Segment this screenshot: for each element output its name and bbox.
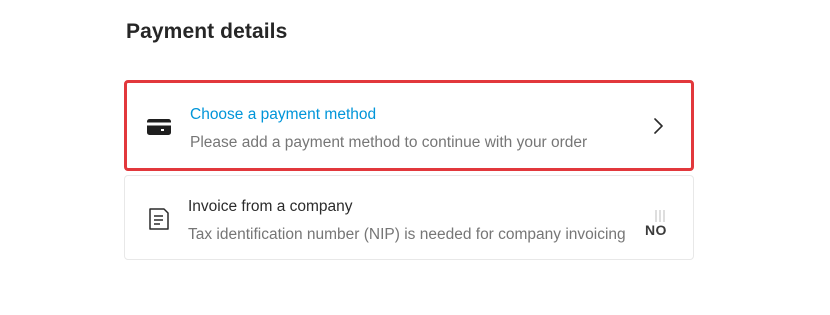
credit-card-icon bbox=[146, 114, 172, 140]
document-icon bbox=[146, 206, 172, 232]
page-title: Payment details bbox=[126, 20, 288, 43]
company-invoice-row: Invoice from a company Tax identificatio… bbox=[124, 175, 694, 260]
toggle-state-label: NO bbox=[645, 222, 667, 238]
invoice-title: Invoice from a company bbox=[188, 198, 353, 215]
choose-payment-method-button[interactable]: Choose a payment method Please add a pay… bbox=[124, 80, 694, 171]
invoice-subtitle: Tax identification number (NIP) is neede… bbox=[188, 226, 626, 243]
payment-method-subtitle: Please add a payment method to continue … bbox=[190, 134, 588, 151]
company-invoice-toggle[interactable]: NO bbox=[644, 209, 672, 239]
toggle-grip-icon bbox=[655, 210, 665, 222]
chevron-right-icon bbox=[654, 118, 663, 134]
payment-method-title[interactable]: Choose a payment method bbox=[190, 106, 376, 124]
